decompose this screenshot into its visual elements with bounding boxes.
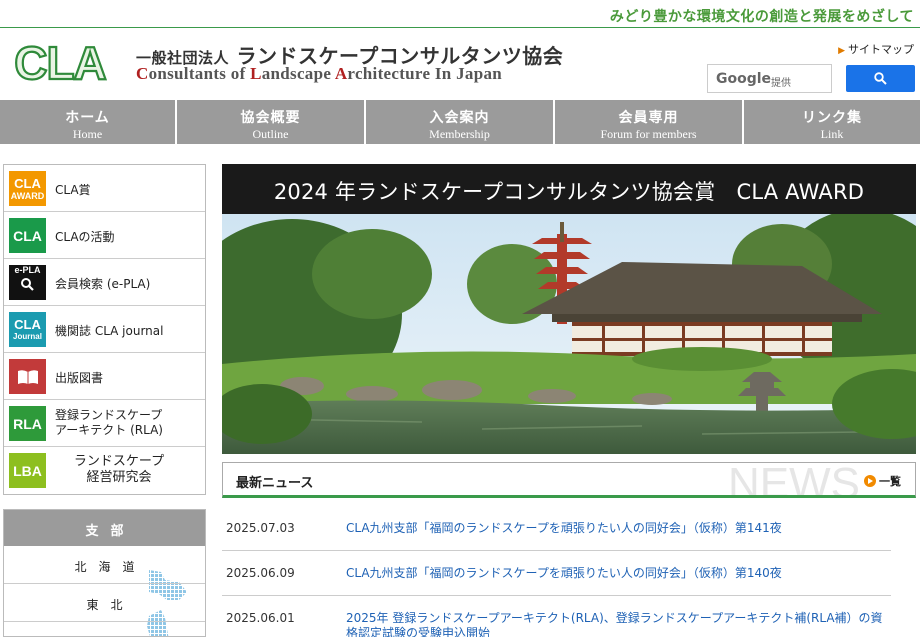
award-title[interactable]: 2024 年ランドスケープコンサルタンツ協会賞 CLA AWARD [222,164,916,214]
sidebar-item-publications[interactable]: 出版図書 [4,353,205,400]
search-button[interactable] [846,65,915,92]
sidebar-item-journal[interactable]: CLA Journal 機関誌 CLA journal [4,306,205,353]
org-en-initial-c: C [136,64,149,83]
nav-membership[interactable]: 入会案内 Membership [366,100,555,144]
cla-award-icon: CLA AWARD [9,171,46,206]
lba-label-line1: ランドスケープ [73,454,165,469]
news-date: 2025.06.01 [226,611,295,625]
sidebar-item-member-search[interactable]: e-PLA 会員検索 (e-PLA) [4,259,205,306]
news-title: 最新ニュース [236,476,314,491]
news-date: 2025.06.09 [226,566,295,580]
sidebar-item-label: 登録ランドスケープ アーキテクト (RLA) [55,408,163,438]
sitemap-link[interactable]: ▶ サイトマップ [838,41,914,57]
org-en-initial-a: A [334,64,348,83]
sidebar-item-label: 会員検索 (e-PLA) [55,277,151,291]
tagline-bar: みどり豊かな環境文化の創造と発展をめざして [0,0,920,28]
sidebar-item-lba[interactable]: LBA ランドスケープ 経営研究会 [4,447,205,494]
nav-members-en: Forum for members [600,127,697,141]
org-en-part: andscape [261,64,335,83]
google-brand: Google [716,71,772,87]
nav-outline[interactable]: 協会概要 Outline [177,100,366,144]
sidebar-item-label: CLAの活動 [55,230,115,244]
logo-mark-text: CLA [14,38,106,86]
nav-links-en: Link [820,127,844,141]
branch-hokkaido[interactable]: 北海道 [4,546,205,584]
sidebar-item-activities[interactable]: CLA CLAの活動 [4,212,205,259]
list-item: 2025.07.03 CLA九州支部「福岡のランドスケープを頑張りたい人の同好会… [222,506,891,551]
main-nav: ホーム Home 協会概要 Outline 入会案内 Membership 会員… [0,100,920,144]
nav-outline-jp: 協会概要 [240,110,301,126]
cla-activities-icon: CLA [9,218,46,253]
arrow-right-icon: ▶ [838,46,845,56]
news-all-link[interactable]: 一覧 [864,473,901,489]
org-en-part: rchitecture In Japan [347,64,502,83]
nav-home-jp: ホーム [65,110,110,126]
arrow-circle-icon [864,475,876,487]
nav-membership-jp: 入会案内 [429,110,490,126]
sidebar-item-label: CLA賞 [55,183,91,197]
news-link[interactable]: 2025年 登録ランドスケープアーキテクト(RLA)、登録ランドスケープアーキテ… [346,611,886,637]
news-list: 2025.07.03 CLA九州支部「福岡のランドスケープを頑張りたい人の同好会… [222,506,891,637]
search-icon [874,72,887,85]
nav-links[interactable]: リンク集 Link [744,100,920,144]
cla-journal-icon: CLA Journal [9,312,46,347]
sidebar: CLA AWARD CLA賞 CLA CLAの活動 e-PLA 会員検索 (e-… [3,164,206,495]
org-name-en[interactable]: Consultants of Landscape Architecture In… [136,64,502,84]
rla-label-line1: 登録ランドスケープ [55,408,163,422]
search-provided-label: 提供 [771,78,791,89]
branch-kanto[interactable]: 関東 [4,622,205,636]
list-item: 2025.06.01 2025年 登録ランドスケープアーキテクト(RLA)、登録… [222,596,891,637]
lba-icon: LBA [9,453,46,488]
news-watermark: NEWS [728,462,860,498]
org-en-part: onsultants of [148,64,251,83]
rla-label-line2: アーキテクト (RLA) [55,423,163,437]
sidebar-item-label: 機関誌 CLA journal [55,324,164,338]
sitemap-label: サイトマップ [848,43,914,56]
news-date: 2025.07.03 [226,521,295,535]
nav-home-en: Home [72,127,103,141]
open-book-icon [9,359,46,394]
tagline: みどり豊かな環境文化の創造と発展をめざして [609,9,914,25]
branch-heading: 支部 [4,510,205,546]
lba-label-line2: 経営研究会 [86,470,152,485]
news-header: 最新ニュース NEWS 一覧 [222,462,916,498]
news-all-label: 一覧 [879,475,901,488]
e-pla-magnifier-icon: e-PLA [9,265,46,300]
cla-logo[interactable]: CLA [6,38,114,86]
sidebar-item-label: ランドスケープ 経営研究会 [64,454,174,486]
news-link[interactable]: CLA九州支部「福岡のランドスケープを頑張りたい人の同好会」（仮称）第140夜 [346,566,886,581]
branch-tohoku[interactable]: 東北 [4,584,205,622]
nav-members-forum[interactable]: 会員専用 Forum for members [555,100,744,144]
org-en-initial-l: L [250,64,262,83]
sidebar-item-label: 出版図書 [55,371,104,385]
list-item: 2025.06.09 CLA九州支部「福岡のランドスケープを頑張りたい人の同好会… [222,551,891,596]
nav-outline-en: Outline [252,127,289,141]
nav-members-jp: 会員専用 [618,110,679,126]
branch-box: 支部 北海道 東北 関東 [3,509,206,637]
nav-home[interactable]: ホーム Home [0,100,177,144]
sidebar-item-rla[interactable]: RLA 登録ランドスケープ アーキテクト (RLA) [4,400,205,447]
sidebar-item-cla-award[interactable]: CLA AWARD CLA賞 [4,165,205,212]
news-link[interactable]: CLA九州支部「福岡のランドスケープを頑張りたい人の同好会」（仮称）第141夜 [346,521,886,536]
search-input[interactable]: Google 提供 [707,64,832,93]
award-hero-photo[interactable] [222,214,916,454]
nav-links-jp: リンク集 [802,110,862,126]
nav-membership-en: Membership [429,127,490,141]
rla-icon: RLA [9,406,46,441]
